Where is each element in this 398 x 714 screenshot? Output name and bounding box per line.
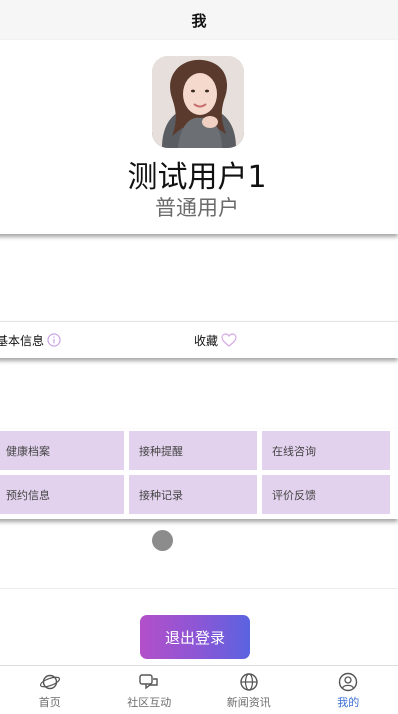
nav-bar: 我	[0, 0, 398, 40]
tab-home[interactable]: 首页	[0, 666, 100, 714]
tab-bar: 首页 社区互动 新闻资讯 我的	[0, 665, 398, 714]
service-vaccination-reminder[interactable]: 接种提醒	[129, 431, 257, 470]
basic-info-link[interactable]: 基本信息	[0, 322, 61, 358]
service-appointment-info[interactable]: 预约信息	[0, 475, 124, 514]
chat-icon	[138, 672, 160, 692]
user-name: 测试用户1	[0, 152, 398, 196]
services-grid: 健康档案 接种提醒 在线咨询 预约信息 接种记录 评价反馈	[0, 429, 398, 519]
user-role: 普通用户	[0, 192, 398, 222]
basic-info-label: 基本信息	[0, 332, 44, 349]
globe-icon	[238, 672, 260, 692]
info-icon	[47, 333, 61, 347]
user-icon	[337, 672, 359, 692]
avatar-photo	[152, 56, 244, 148]
tab-home-label: 首页	[39, 694, 61, 710]
tab-community[interactable]: 社区互动	[100, 666, 200, 714]
favorites-link[interactable]: 收藏	[194, 322, 237, 358]
service-health-record[interactable]: 健康档案	[0, 431, 124, 470]
tab-community-label: 社区互动	[127, 694, 171, 710]
divider	[0, 588, 398, 589]
tab-news[interactable]: 新闻资讯	[199, 666, 299, 714]
tab-news-label: 新闻资讯	[227, 694, 271, 710]
service-feedback[interactable]: 评价反馈	[262, 475, 390, 514]
page-title: 我	[191, 10, 206, 31]
favorites-label: 收藏	[194, 332, 218, 349]
info-row: 基本信息 收藏	[0, 321, 398, 358]
logout-button[interactable]: 退出登录	[140, 615, 250, 659]
tab-profile[interactable]: 我的	[299, 666, 398, 714]
service-vaccination-record[interactable]: 接种记录	[129, 475, 257, 514]
service-online-consult[interactable]: 在线咨询	[262, 431, 390, 470]
tab-profile-label: 我的	[337, 694, 359, 710]
avatar[interactable]	[152, 56, 244, 148]
profile-card: 测试用户1 普通用户	[0, 40, 398, 234]
planet-icon	[39, 672, 61, 692]
loading-indicator	[152, 530, 173, 551]
heart-icon	[221, 333, 237, 347]
